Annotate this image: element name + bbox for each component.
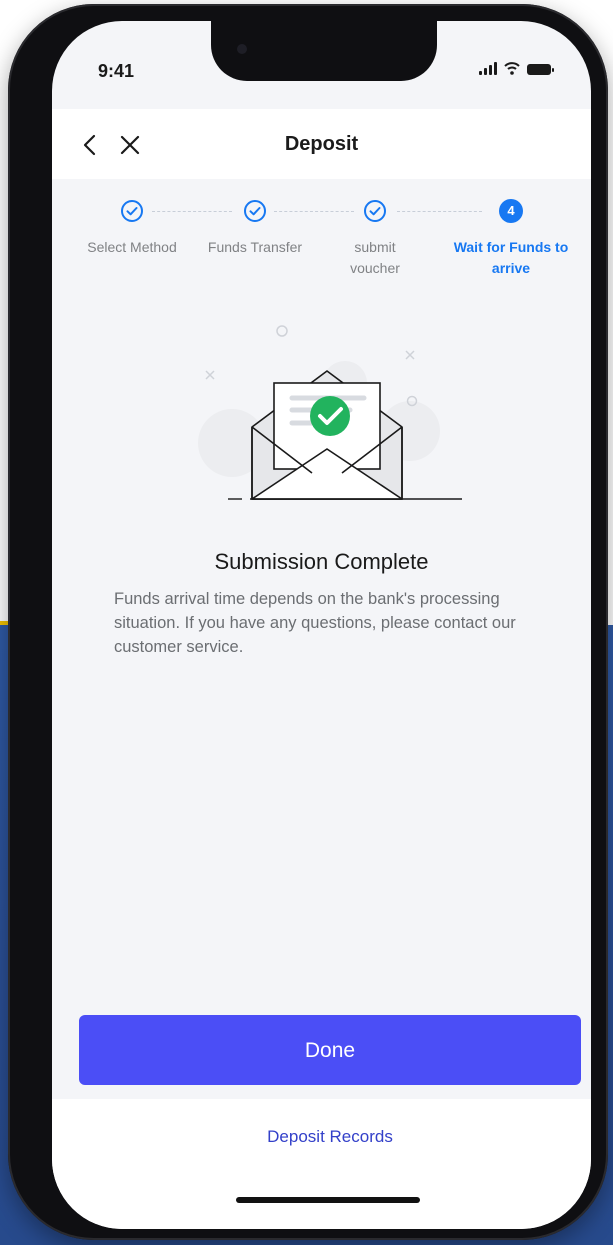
check-circle-icon <box>121 200 143 222</box>
step-submit-voucher: submit voucher <box>340 199 410 279</box>
app-screen: 9:41 Deposit Select Method Funds Transfe… <box>52 21 591 1229</box>
battery-icon <box>527 64 554 75</box>
step-number: 4 <box>499 199 523 223</box>
page-title: Deposit <box>284 133 359 155</box>
status-icons <box>479 61 554 75</box>
step-select-method: Select Method <box>72 199 192 258</box>
check-circle-icon <box>364 200 386 222</box>
footer-area <box>52 1099 591 1229</box>
step-label: Select Method <box>87 239 177 255</box>
step-funds-transfer: Funds Transfer <box>193 199 317 258</box>
check-circle-icon <box>244 200 266 222</box>
signal-icon <box>479 61 497 75</box>
step-label: Wait for Funds to arrive <box>453 239 569 276</box>
deposit-records-link[interactable]: Deposit Records <box>52 1127 591 1147</box>
phone-notch <box>211 21 437 81</box>
wifi-icon <box>504 62 520 75</box>
home-indicator <box>236 1197 420 1203</box>
phone-frame: 9:41 Deposit Select Method Funds Transfe… <box>8 4 608 1240</box>
step-wait-for-funds: 4 Wait for Funds to arrive <box>436 199 586 279</box>
nav-header: Deposit <box>52 109 591 179</box>
step-label: submit voucher <box>350 239 400 276</box>
camera-icon <box>237 44 247 54</box>
done-button[interactable]: Done <box>79 1015 581 1085</box>
status-time: 9:41 <box>98 61 135 81</box>
deposit-stepper: Select Method Funds Transfer submit vouc… <box>52 199 591 309</box>
envelope-check-icon <box>198 325 462 500</box>
result-description: Funds arrival time depends on the bank's… <box>114 590 516 656</box>
step-label: Funds Transfer <box>207 239 303 255</box>
result-title: Submission Complete <box>214 549 429 574</box>
